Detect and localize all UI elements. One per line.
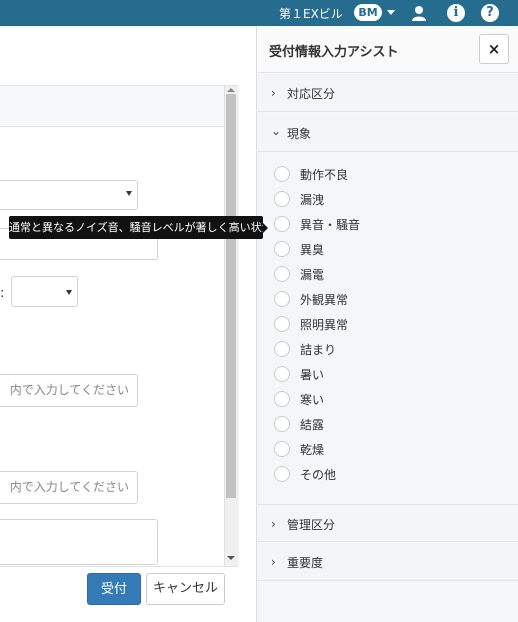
close-icon: × xyxy=(487,40,501,58)
colon-label: : xyxy=(0,286,5,301)
radio-button[interactable] xyxy=(274,441,290,457)
help-icon[interactable]: ? xyxy=(481,4,499,22)
radio-label: 寒い xyxy=(300,393,325,407)
radio-button[interactable] xyxy=(274,291,290,307)
dropdown-select[interactable] xyxy=(0,180,138,210)
text-input[interactable]: 内で入力してください xyxy=(0,471,138,504)
radio-label: その他 xyxy=(300,468,337,482)
caret-down-icon[interactable] xyxy=(387,10,395,15)
radio-label: 暑い xyxy=(300,368,325,382)
panel-header: 受付情報入力アシスト × xyxy=(257,26,518,73)
building-name[interactable]: 第１EXビル xyxy=(279,5,343,22)
section-label: 現象 xyxy=(287,127,312,141)
scrollbar-thumb[interactable] xyxy=(226,94,236,498)
radio-label: 異臭 xyxy=(300,243,325,257)
section-juyodo[interactable]: › 重要度 xyxy=(257,543,518,581)
radio-item[interactable]: 詰まり xyxy=(257,338,518,363)
radio-button[interactable] xyxy=(274,166,290,182)
radio-item[interactable]: 漏電 xyxy=(257,263,518,288)
radio-item[interactable]: 外観異常 xyxy=(257,288,518,313)
user-badge[interactable]: BM xyxy=(354,4,382,21)
radio-label: 漏電 xyxy=(300,268,325,282)
radio-button[interactable] xyxy=(274,216,290,232)
radio-item[interactable]: 異音・騒音 xyxy=(257,213,518,238)
dropdown-arrow-icon xyxy=(126,191,132,196)
radio-button[interactable] xyxy=(274,366,290,382)
radio-item[interactable]: 照明異常 xyxy=(257,313,518,338)
radio-item[interactable]: 結露 xyxy=(257,413,518,438)
radio-item[interactable]: 暑い xyxy=(257,363,518,388)
tooltip: 通常と異なるノイズ音、騒音レベルが著しく高い状況 xyxy=(9,216,273,239)
radio-label: 照明異常 xyxy=(300,318,349,332)
chevron-right-icon: › xyxy=(271,86,276,100)
top-bar: 第１EXビル BM i ? xyxy=(0,0,518,26)
radio-button[interactable] xyxy=(274,316,290,332)
cancel-button[interactable]: キャンセル xyxy=(146,573,225,605)
radio-label: 詰まり xyxy=(300,343,337,357)
chevron-right-icon: › xyxy=(271,555,276,569)
chevron-down-icon: ⌄ xyxy=(271,124,282,138)
input-placeholder: 内で入力してください xyxy=(9,480,129,494)
panel-title: 受付情報入力アシスト xyxy=(269,45,399,60)
radio-item[interactable]: 動作不良 xyxy=(257,163,518,188)
input-placeholder: 内で入力してください xyxy=(9,383,129,397)
info-icon[interactable]: i xyxy=(447,4,465,22)
radio-button[interactable] xyxy=(274,341,290,357)
radio-label: 乾燥 xyxy=(300,443,325,457)
radio-label: 外観異常 xyxy=(300,293,349,307)
radio-label: 漏洩 xyxy=(300,193,325,207)
radio-button[interactable] xyxy=(274,391,290,407)
scroll-up-icon[interactable] xyxy=(227,88,235,92)
section-label: 管理区分 xyxy=(287,518,336,532)
radio-label: 結露 xyxy=(300,418,325,432)
assist-panel: 受付情報入力アシスト × › 対応区分 ⌄ 現象 動作不良 漏洩 異音・騒音 異… xyxy=(256,26,518,622)
text-input[interactable]: 内で入力してください xyxy=(0,374,138,407)
radio-item[interactable]: 異臭 xyxy=(257,238,518,263)
radio-item[interactable]: 寒い xyxy=(257,388,518,413)
section-label: 重要度 xyxy=(287,556,324,570)
dropdown-arrow-icon xyxy=(66,290,72,295)
radio-button[interactable] xyxy=(274,466,290,482)
accept-button[interactable]: 受付 xyxy=(87,573,141,605)
radio-item[interactable]: 乾燥 xyxy=(257,438,518,463)
section-kanri[interactable]: › 管理区分 xyxy=(257,504,518,542)
form-card-header xyxy=(0,86,237,127)
radio-button[interactable] xyxy=(274,191,290,207)
radio-item[interactable]: 漏洩 xyxy=(257,188,518,213)
radio-label: 異音・騒音 xyxy=(300,218,361,232)
section-label: 対応区分 xyxy=(287,87,336,101)
radio-button[interactable] xyxy=(274,416,290,432)
radio-button[interactable] xyxy=(274,266,290,282)
textarea[interactable] xyxy=(0,519,158,565)
radio-label: 動作不良 xyxy=(300,168,349,182)
close-button[interactable]: × xyxy=(479,34,509,64)
section-gensho[interactable]: ⌄ 現象 xyxy=(257,114,518,152)
chevron-right-icon: › xyxy=(271,517,276,531)
user-icon[interactable] xyxy=(411,5,427,21)
tooltip-arrow xyxy=(263,223,268,233)
section-taio[interactable]: › 対応区分 xyxy=(257,74,518,112)
radio-item[interactable]: その他 xyxy=(257,463,518,488)
scroll-down-icon[interactable] xyxy=(227,556,235,560)
radio-button[interactable] xyxy=(274,241,290,257)
